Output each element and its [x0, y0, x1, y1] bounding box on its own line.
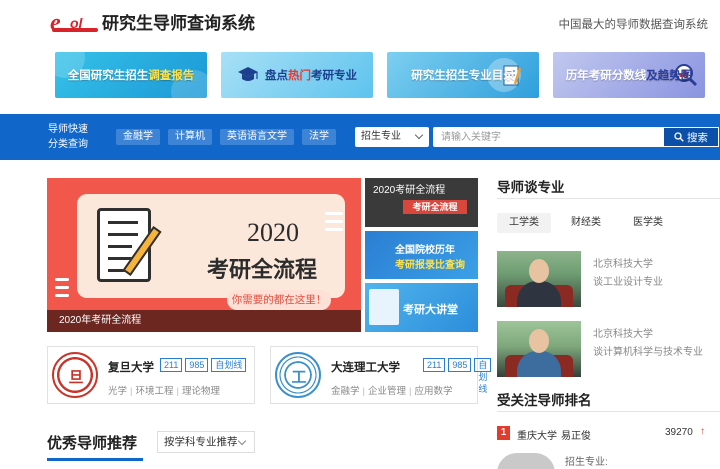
section-underline [47, 458, 143, 461]
banner-survey-report[interactable]: 全国研究生招生调查报告 [55, 52, 207, 98]
mentor-topic: 谈工业设计专业 [593, 277, 663, 288]
banner-score-trends[interactable]: 历年考研分数线及趋势图 [553, 52, 705, 98]
major-link[interactable]: 理论物理 [182, 383, 220, 397]
major-link[interactable]: 应用数学 [414, 383, 452, 397]
promo-banners: 全国研究生招生调查报告 盘点热门考研专业 研究生招生专业目录 历年考研分数线及趋… [55, 52, 705, 98]
admission-major-label: 招生专业: [565, 457, 608, 468]
search-button[interactable]: 搜索 [663, 127, 719, 147]
tab-engineering[interactable]: 工学类 [497, 213, 551, 233]
university-badges: 211 985 自划线 [160, 358, 247, 372]
section-title-mentor-ranking: 受关注导师排名 [497, 393, 592, 408]
site-logo[interactable]: e ol 研究生导师查询系统 [50, 6, 255, 36]
mentor-topic: 谈计算机科学与技术专业 [593, 347, 703, 358]
hero-title: 考研全流程 [207, 257, 318, 282]
badge-211: 211 [160, 358, 183, 372]
quick-category-label: 导师快速 分类查询 [48, 124, 88, 150]
ranking-detail: 招生专业: [497, 449, 720, 469]
graduation-cap-icon [238, 67, 258, 81]
site-title: 研究生导师查询系统 [102, 13, 255, 33]
tag-law[interactable]: 法学 [302, 129, 336, 145]
wave-decoration-icon [55, 278, 69, 302]
major-category-tabs: 工学类 财经类 医学类 [497, 213, 675, 233]
tab-medicine[interactable]: 医学类 [621, 213, 675, 233]
hero-card: 2020 考研全流程 你需要的都在这里！ [77, 194, 345, 310]
major-link[interactable]: 光学 [108, 383, 127, 397]
wave-decoration-icon [325, 212, 343, 236]
mentor-photo [497, 251, 581, 307]
quick-category-tags: 金融学 计算机 英语语言文学 法学 [116, 129, 336, 145]
hero-thumbnails: 2020考研全流程 考研全流程 全国院校历年 考研报录比查询 考研大讲堂 [365, 178, 478, 333]
tag-computer[interactable]: 计算机 [168, 129, 212, 145]
rank-mentor-name: 易正俊 [561, 431, 591, 442]
mentor-photo [497, 453, 555, 469]
badge-self-line: 自划线 [474, 358, 492, 394]
university-card-fudan[interactable]: 旦 复旦大学 211 985 自划线 光学 | 环境工程 | 理论物理 [47, 346, 255, 404]
search-type-select[interactable]: 招生专业 [355, 127, 429, 147]
major-link[interactable]: 环境工程 [135, 383, 173, 397]
badge-self-line: 自划线 [211, 358, 247, 372]
recommend-filter-select[interactable]: 按学科专业推荐 [157, 431, 255, 453]
rank-attention-count: 39270 [665, 427, 693, 438]
badge-985: 985 [185, 358, 209, 372]
banner-hot-majors[interactable]: 盘点热门考研专业 [221, 52, 373, 98]
chevron-down-icon [237, 436, 247, 446]
search-input[interactable] [433, 127, 663, 147]
university-majors: 金融学 | 企业管理 | 应用数学 [331, 383, 452, 397]
fudan-seal-icon: 旦 [52, 352, 98, 398]
banner-major-catalog[interactable]: 研究生招生专业目录 [387, 52, 539, 98]
mentor-item[interactable]: 北京科技大学 谈计算机科学与技术专业 [497, 321, 720, 377]
eol-logo-icon: e ol [50, 8, 102, 36]
thumb-lecture-hall[interactable]: 考研大讲堂 [365, 283, 478, 333]
tab-finance[interactable]: 财经类 [559, 213, 613, 233]
thumb-admission-ratio[interactable]: 全国院校历年 考研报录比查询 [365, 230, 478, 280]
site-slogan: 中国最大的导师数据查询系统 [558, 19, 709, 31]
page: e ol 研究生导师查询系统 中国最大的导师数据查询系统 全国研究生招生调查报告… [0, 0, 720, 469]
arrow-up-icon: ↑ [700, 426, 705, 437]
dlut-seal-icon: 工 [275, 352, 321, 398]
mentor-item[interactable]: 北京科技大学 谈工业设计专业 [497, 251, 720, 307]
hero-caption: 2020年考研全流程 [47, 310, 361, 332]
mentor-photo [497, 321, 581, 377]
mentor-university: 北京科技大学 [593, 329, 653, 340]
mentor-university: 北京科技大学 [593, 259, 653, 270]
section-title-recommend: 优秀导师推荐 [47, 435, 138, 452]
search-icon [674, 132, 684, 142]
rank-number: 1 [497, 426, 510, 440]
hero-year: 2020 [247, 218, 299, 247]
ranking-row[interactable]: 1 重庆大学 易正俊 39270 ↑ [497, 425, 720, 442]
badge-985: 985 [448, 358, 472, 372]
university-name: 复旦大学 [108, 362, 154, 374]
major-link[interactable]: 企业管理 [368, 383, 406, 397]
badge-211: 211 [423, 358, 446, 372]
divider [497, 198, 720, 199]
university-card-dlut[interactable]: 工 大连理工大学 211 985 自划线 金融学 | 企业管理 | 应用数学 [270, 346, 492, 404]
rank-university: 重庆大学 [517, 431, 557, 442]
hero-banner[interactable]: 2020 考研全流程 你需要的都在这里！ 2020年考研全流程 [47, 178, 361, 332]
divider [497, 411, 720, 412]
thumb-full-process[interactable]: 2020考研全流程 考研全流程 [365, 178, 478, 227]
university-badges: 211 985 自划线 [423, 358, 492, 394]
slide-icon [369, 289, 399, 326]
tag-finance[interactable]: 金融学 [116, 129, 160, 145]
hero-subtitle: 你需要的都在这里！ [227, 290, 331, 310]
university-majors: 光学 | 环境工程 | 理论物理 [108, 383, 220, 397]
tag-english-literature[interactable]: 英语语言文学 [220, 129, 294, 145]
section-title-mentor-talk: 导师谈专业 [497, 180, 565, 195]
major-link[interactable]: 金融学 [331, 383, 360, 397]
chevron-down-icon [414, 130, 424, 140]
university-name: 大连理工大学 [331, 362, 400, 374]
header: e ol 研究生导师查询系统 中国最大的导师数据查询系统 [0, 0, 720, 42]
